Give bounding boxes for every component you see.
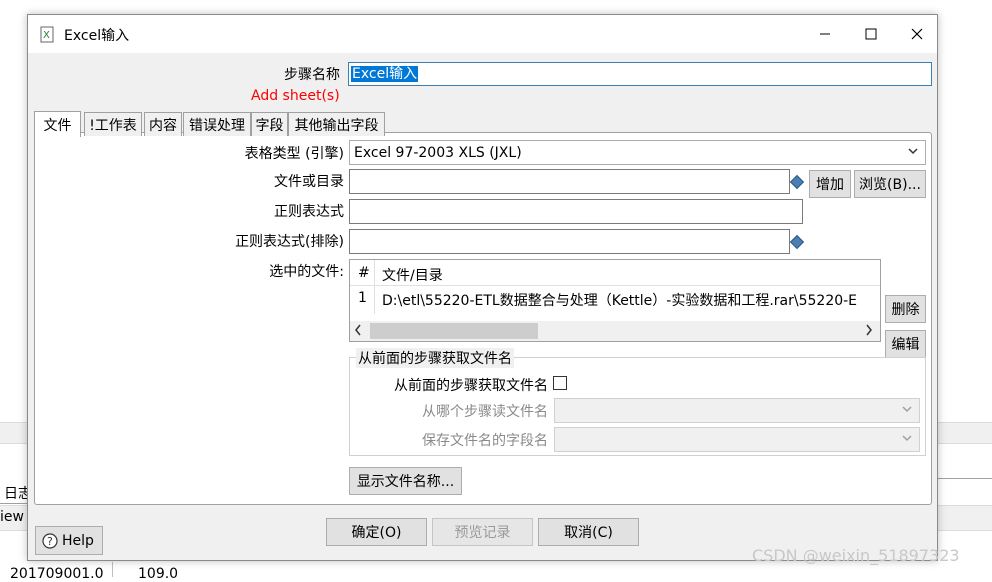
chevron-down-icon[interactable] — [901, 403, 913, 418]
tab-error-handling[interactable]: 错误处理 — [183, 112, 251, 136]
step-name-value: Excel输入 — [351, 66, 419, 82]
row-index: 1 — [358, 290, 367, 306]
regex-exclude-input[interactable] — [349, 229, 790, 254]
scrollbar-thumb[interactable] — [370, 323, 538, 339]
regex-input[interactable] — [349, 199, 803, 224]
selected-files-table[interactable]: # 文件/目录 1 D:\etl\55220-ETL数据整合与处理（Kettle… — [349, 259, 881, 342]
title-bar[interactable]: X Excel输入 — [28, 15, 937, 53]
read-from-step-select[interactable] — [554, 398, 920, 423]
tab-file[interactable]: 文件 — [34, 111, 81, 137]
selected-files-label: 选中的文件: — [269, 264, 344, 280]
from-previous-step-checkbox[interactable] — [553, 376, 567, 390]
close-icon[interactable] — [894, 15, 940, 53]
tab-content[interactable]: 内容 — [144, 112, 182, 136]
table-row[interactable]: 1 D:\etl\55220-ETL数据整合与处理（Kettle）-实验数据和工… — [350, 287, 880, 313]
excel-input-dialog: X Excel输入 步骤名称 Excel输入 Add sheet(s) 文件 !… — [27, 14, 938, 561]
read-from-step-label: 从哪个步骤读文件名 — [422, 404, 548, 420]
horizontal-scrollbar[interactable] — [350, 321, 880, 341]
tab-fields[interactable]: 字段 — [251, 112, 288, 136]
column-header-file-dir[interactable]: 文件/目录 — [382, 265, 443, 285]
preview-records-button[interactable]: 预览记录 — [432, 518, 533, 546]
background-cell-divider — [112, 562, 113, 577]
step-name-input[interactable]: Excel输入 — [348, 62, 932, 86]
kettle-step-icon: X — [40, 26, 54, 43]
cancel-button[interactable]: 取消(C) — [538, 518, 639, 546]
background-row-cell: 109.0 — [138, 566, 179, 582]
minimize-icon[interactable] — [802, 15, 848, 53]
file-or-dir-label: 文件或目录 — [274, 174, 344, 190]
scroll-left-icon[interactable] — [353, 323, 363, 341]
add-button[interactable]: 增加 — [809, 170, 851, 198]
chevron-down-icon[interactable] — [907, 145, 919, 160]
warning-text: Add sheet(s) — [251, 88, 340, 104]
svg-text:?: ? — [47, 535, 53, 548]
edit-button[interactable]: 编辑 — [885, 330, 926, 358]
row-file-path: D:\etl\55220-ETL数据整合与处理（Kettle）-实验数据和工程.… — [382, 293, 858, 309]
help-icon: ? — [42, 532, 58, 549]
previous-step-group-title: 从前面的步骤获取文件名 — [356, 348, 514, 368]
tab-sheet[interactable]: !工作表 — [84, 112, 142, 136]
background-row-cell: 201709001.0 — [10, 566, 104, 582]
help-button[interactable]: ? Help — [35, 526, 103, 555]
regex-exclude-label: 正则表达式(排除) — [235, 234, 344, 250]
delete-button[interactable]: 删除 — [885, 295, 926, 323]
background-preview-strip-right — [937, 505, 992, 531]
window-title: Excel输入 — [64, 28, 130, 44]
background-toolbar-strip — [0, 422, 30, 444]
regex-label: 正则表达式 — [274, 204, 344, 220]
browse-button[interactable]: 浏览(B)... — [854, 170, 926, 198]
help-label: Help — [62, 532, 94, 549]
from-previous-step-label: 从前面的步骤获取文件名 — [394, 378, 548, 394]
table-type-select[interactable]: Excel 97-2003 XLS (JXL) — [349, 140, 926, 165]
table-type-label: 表格类型 (引擎) — [244, 146, 344, 162]
csdn-watermark: CSDN @weixin_51897323 — [752, 546, 960, 565]
save-field-label: 保存文件名的字段名 — [422, 433, 548, 449]
chevron-down-icon[interactable] — [901, 432, 913, 447]
maximize-icon[interactable] — [848, 15, 894, 53]
save-field-select[interactable] — [554, 427, 920, 452]
tab-other-output-fields[interactable]: 其他输出字段 — [288, 112, 385, 136]
file-or-dir-input[interactable] — [349, 169, 790, 194]
table-type-value: Excel 97-2003 XLS (JXL) — [354, 144, 522, 161]
ok-button[interactable]: 确定(O) — [326, 518, 427, 546]
show-filenames-button[interactable]: 显示文件名称... — [349, 467, 462, 495]
background-log-tab-border — [0, 503, 30, 504]
step-name-label: 步骤名称 — [284, 67, 340, 83]
column-header-index[interactable]: # — [358, 265, 370, 281]
svg-text:X: X — [43, 30, 50, 41]
background-preview-tab[interactable]: iew — [0, 509, 24, 525]
background-right-border — [937, 478, 992, 479]
table-header-row: # 文件/目录 — [350, 260, 880, 314]
background-toolbar-strip-right — [937, 422, 992, 444]
scroll-right-icon[interactable] — [864, 323, 874, 341]
